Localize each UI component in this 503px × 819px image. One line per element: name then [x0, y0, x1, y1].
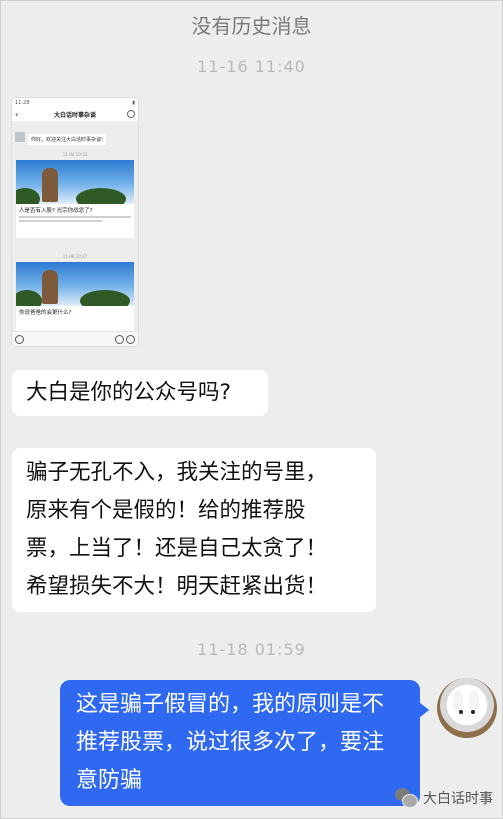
message-line: 意防骗	[76, 768, 143, 793]
message-text: 大白是你的公众号吗?	[26, 380, 231, 405]
watermark-text: 大白话时事	[423, 791, 493, 807]
thumb-voice-icon	[15, 335, 24, 344]
thumb-time: 11-08 10:27	[62, 254, 88, 259]
thumb-article-card: 人是否有入股? 光宗你战念了?	[16, 160, 134, 238]
thumb-back-icon: ‹	[15, 109, 19, 119]
message-line: 原来有个是假的！给的推荐股	[26, 498, 306, 523]
thumb-article-title: 人是否有入股? 光宗你战念了?	[19, 208, 93, 214]
watermark: 大白话时事	[395, 787, 493, 809]
wechat-icon	[395, 787, 418, 809]
thumb-status-time: 11:28	[15, 99, 30, 106]
thumb-time: 11-04 10:13	[62, 152, 88, 157]
thumb-person-icon	[127, 110, 135, 118]
thumb-greeting: 你好，欢迎关注大白话时事杂谈!	[28, 134, 107, 145]
thumb-chat-body: 你好，欢迎关注大白话时事杂谈! 11-04 10:13 人是否有入股? 光宗你战…	[12, 122, 138, 332]
thumb-article-title: 你说爸爸的会更什么?	[19, 310, 72, 316]
outgoing-message-bubble[interactable]: 这是骗子假冒的，我的原则是不 推荐股票，说过很多次了，要注 意防骗	[60, 680, 429, 806]
thumb-title: 大白话时事杂谈	[53, 111, 96, 119]
thumb-plus-icon	[126, 335, 135, 344]
thumb-article-image	[16, 262, 134, 306]
timestamp: 11-16 11:40	[197, 57, 306, 76]
thumb-emoji-icon	[115, 335, 124, 344]
thumb-avatar	[15, 132, 25, 142]
incoming-message-bubble[interactable]: 大白是你的公众号吗?	[12, 370, 268, 416]
thumb-article-image	[16, 160, 134, 204]
message-line: 票，上当了！还是自己太贪了！	[26, 536, 328, 561]
thumb-header: ‹ 大白话时事杂谈	[12, 107, 138, 122]
message-line: 希望损失不大！明天赶紧出货！	[26, 574, 328, 599]
no-history-label: 没有历史消息	[191, 14, 312, 38]
timestamp: 11-18 01:59	[197, 640, 306, 659]
thumb-input-bar	[12, 331, 138, 346]
thumb-article-card: 你说爸爸的会更什么?	[16, 262, 134, 332]
thumb-status-bar: 11:28 ▮	[12, 98, 138, 107]
message-line: 这是骗子假冒的，我的原则是不	[76, 692, 385, 717]
thumb-battery-icon: ▮	[132, 99, 135, 106]
message-line: 骗子无孔不入，我关注的号里，	[26, 460, 328, 485]
shared-screenshot-image[interactable]: 11:28 ▮ ‹ 大白话时事杂谈 你好，欢迎关注大白话时事杂谈! 11-04 …	[12, 98, 138, 346]
incoming-message-bubble[interactable]: 骗子无孔不入，我关注的号里， 原来有个是假的！给的推荐股 票，上当了！还是自己太…	[12, 448, 376, 612]
user-avatar[interactable]	[437, 678, 497, 738]
message-line: 推荐股票，说过很多次了，要注	[76, 730, 385, 755]
